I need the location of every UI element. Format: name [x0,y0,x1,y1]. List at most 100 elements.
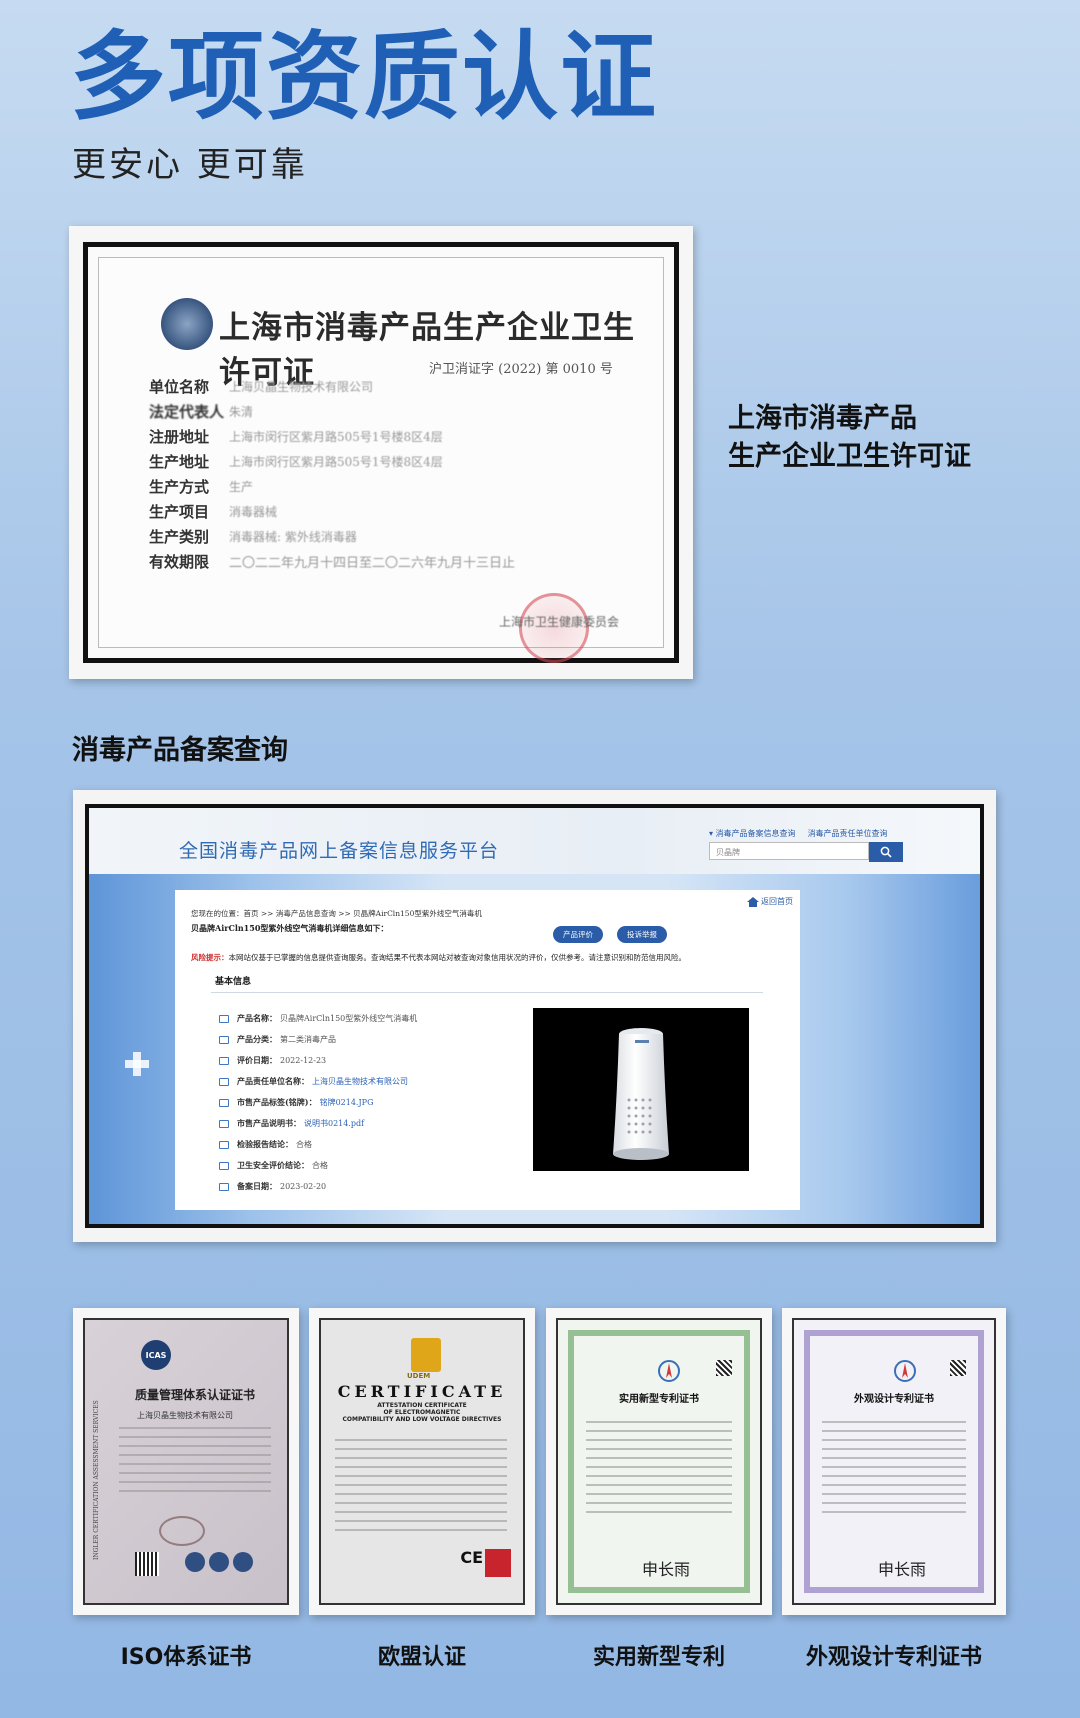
risk-label: 风险提示： [191,953,229,962]
portal-search-button[interactable] [869,842,903,862]
permit-row: 单位名称 上海贝晶生物技术有限公司 [149,374,515,399]
permit-row: 法定代表人 朱清 [149,399,515,424]
field-label: 卫生安全评价结论： [237,1160,309,1170]
permit-value: 消毒器械 [229,505,278,519]
permit-row: 注册地址 上海市闵行区紫月路505号1号楼8区4层 [149,424,515,449]
icas-logo-icon: ICAS [141,1340,171,1370]
permit-value: 生产 [229,480,254,494]
iso-blurred-text [119,1420,271,1499]
permit-label: 有效期限 [149,553,210,571]
tab-basic-info[interactable]: 基本信息 [215,974,251,987]
label-icon [219,1098,229,1107]
info-field: 产品责任单位名称： 上海贝晶生物技术有限公司 [219,1071,417,1092]
field-label: 检验报告结论： [237,1139,293,1149]
badge-icon [185,1552,205,1572]
qr-code-icon [716,1360,732,1376]
portal-header: 全国消毒产品网上备案信息服务平台 ▾ 消毒产品备案信息查询 消毒产品责任单位查询… [89,808,980,874]
report-icon [219,1140,229,1149]
patent-blurred-text [822,1414,966,1520]
permit-value: 上海贝晶生物技术有限公司 [229,380,374,394]
registration-section-title: 消毒产品备案查询 [72,735,288,766]
national-emblem-icon [161,298,213,350]
complaint-button[interactable]: 投诉举报 [617,926,667,943]
detail-heading: 贝晶牌AirCln150型紫外线空气消毒机详细信息如下： [191,923,389,933]
permit-value: 消毒器械: 紫外线消毒器 [229,530,357,544]
permit-row: 生产类别 消毒器械: 紫外线消毒器 [149,524,515,549]
badge-icon [209,1552,229,1572]
page-title: 多项资质认证 [70,21,658,133]
product-info-fields: 产品名称： 贝晶牌AirCln150型紫外线空气消毒机 产品分类： 第二类消毒产品 … [219,1008,417,1197]
permit-issuer: 上海市卫生健康委员会 [499,615,620,629]
date-icon [219,1182,229,1191]
field-value-link[interactable]: 说明书0214.pdf [304,1118,364,1129]
permit-row: 生产项目 消毒器械 [149,499,515,524]
field-value: 第二类消毒产品 [280,1035,336,1044]
eu-blurred-text [335,1432,507,1538]
calendar-icon [219,1056,229,1065]
eu-certificate-inner: UDEM CERTIFICATE ATTESTATION CERTIFICATE… [319,1318,525,1605]
permit-label: 单位名称 [149,378,210,396]
field-value: 2022-12-23 [280,1056,327,1065]
portal-home-link[interactable]: 返回首页 [747,896,793,907]
permit-label: 生产类别 [149,528,210,546]
info-field: 市售产品说明书： 说明书0214.pdf [219,1113,417,1134]
iso-certificate-title: 质量管理体系认证证书 [135,1388,256,1402]
iso-certificate-image: INGLER CERTIFICATION ASSESSMENT SERVICES… [73,1308,299,1615]
portal-search-input[interactable]: 贝晶牌 [709,842,869,860]
field-value-link[interactable]: 上海贝晶生物技术有限公司 [312,1076,408,1087]
field-label: 产品责任单位名称： [237,1076,309,1086]
risk-text: 本网站仅基于已掌握的信息提供查询服务。查询结果不代表本网站对被查询对象信用状况的… [228,953,687,962]
eu-sub-line: COMPATIBILITY AND LOW VOLTAGE DIRECTIVES [342,1416,502,1423]
permit-caption-line2: 生产企业卫生许可证 [728,441,971,472]
home-link-label: 返回首页 [761,897,793,906]
page-subtitle: 更安心 更可靠 [72,145,308,185]
eu-sub-line: OF ELECTROMAGNETIC [383,1409,461,1416]
patent-signature: 申长雨 [878,1560,927,1579]
product-review-button[interactable]: 产品评价 [553,926,603,943]
medical-cross-icon [125,1052,149,1076]
permit-label: 生产方式 [149,478,210,496]
permit-caption-line1: 上海市消毒产品 [728,403,917,434]
breadcrumb: 您现在的位置：首页 >> 消毒产品信息查询 >> 贝晶牌AirCln150型紫外… [191,909,482,918]
air-purifier-image [613,1028,669,1160]
permit-row: 生产地址 上海市闵行区紫月路505号1号楼8区4层 [149,449,515,474]
qr-code-icon [135,1552,159,1576]
eu-certificate-subtitle: ATTESTATION CERTIFICATE OF ELECTROMAGNET… [321,1402,523,1423]
cnipa-emblem-icon [658,1360,680,1382]
product-photo [533,1008,749,1171]
iso-certificate-inner: INGLER CERTIFICATION ASSESSMENT SERVICES… [83,1318,289,1605]
field-value: 2023-02-20 [280,1182,327,1191]
search-icon [880,846,892,858]
field-value: 贝晶牌AirCln150型紫外线空气消毒机 [280,1014,418,1023]
eu-certificate-title: CERTIFICATE [337,1382,507,1401]
field-label: 产品分类： [237,1034,277,1044]
risk-notice: 风险提示：本网站仅基于已掌握的信息提供查询服务。查询结果不代表本网站对被查询对象… [191,952,686,963]
portal-border: 全国消毒产品网上备案信息服务平台 ▾ 消毒产品备案信息查询 消毒产品责任单位查询… [85,804,984,1228]
eu-certificate-caption: 欧盟认证 [377,1645,466,1670]
patent-blurred-text [586,1414,732,1520]
utility-patent-image: 实用新型专利证书 申长雨 [546,1308,772,1615]
utility-patent-caption: 实用新型专利 [592,1645,725,1670]
info-field: 评价日期： 2022-12-23 [219,1050,417,1071]
permit-label: 法定代表人 [149,403,225,421]
document-icon [219,1077,229,1086]
ce-mark: CE [460,1548,483,1567]
iso-certificate-caption: ISO体系证书 [120,1645,252,1670]
udem-badge-icon [485,1549,511,1577]
info-field: 备案日期： 2023-02-20 [219,1176,417,1197]
permit-row: 生产方式 生产 [149,474,515,499]
field-value-link[interactable]: 铭牌0214.JPG [320,1097,374,1108]
portal-link-product-query[interactable]: ▾ 消毒产品备案信息查询 [709,828,796,839]
permit-border: 上海市消毒产品生产企业卫生许可证 沪卫消证字 (2022) 第 0010 号 单… [83,242,679,663]
iso-accreditation-badges [185,1552,253,1572]
design-patent-image: 外观设计专利证书 申长雨 [782,1308,1006,1615]
portal-link-unit-query[interactable]: 消毒产品责任单位查询 [808,828,888,839]
permit-row: 有效期限 二〇二二年九月十四日至二〇二六年九月十三日止 [149,549,515,574]
registration-portal-screenshot: 全国消毒产品网上备案信息服务平台 ▾ 消毒产品备案信息查询 消毒产品责任单位查询… [73,790,996,1242]
permit-inner: 上海市消毒产品生产企业卫生许可证 沪卫消证字 (2022) 第 0010 号 单… [98,257,664,663]
field-label: 市售产品说明书： [237,1118,301,1128]
permit-label: 注册地址 [149,428,210,446]
utility-patent-title: 实用新型专利证书 [619,1394,699,1405]
field-label: 产品名称： [237,1013,277,1023]
permit-label: 生产项目 [149,503,210,521]
